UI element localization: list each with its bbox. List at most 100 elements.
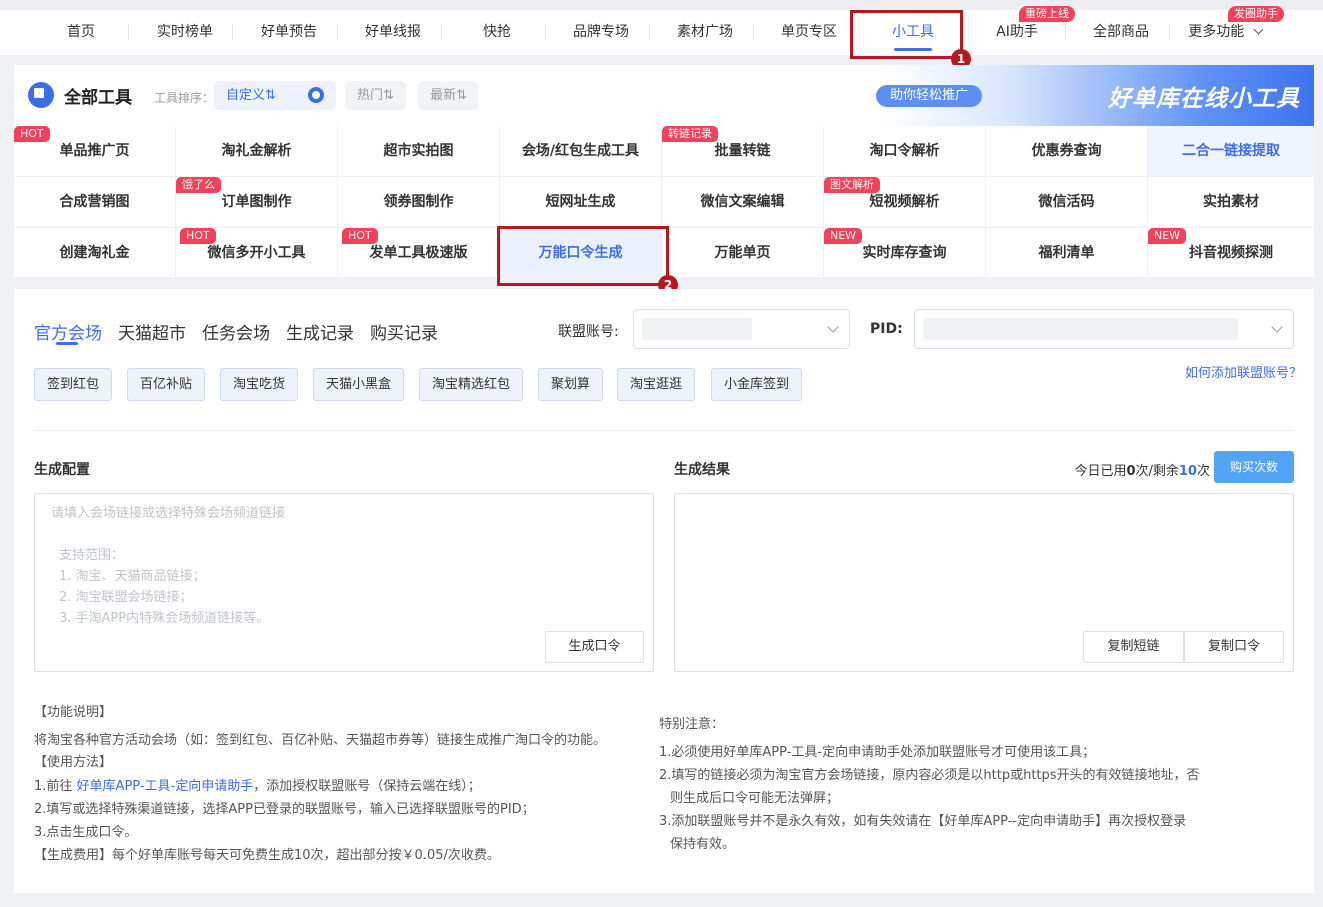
- new-badge: NEW: [824, 228, 863, 244]
- notice-title: 特别注意：: [659, 717, 725, 732]
- banner-title: 好单库在线小工具: [1108, 86, 1300, 112]
- nav-separator: [1169, 24, 1170, 40]
- tool-item[interactable]: 超市实拍图: [338, 126, 500, 177]
- copy-code-button[interactable]: 复制口令: [1184, 631, 1284, 663]
- input-placeholder: 请填入会场链接或选择特殊会场频道链接: [51, 506, 286, 521]
- tab-generate-records[interactable]: 生成记录: [286, 319, 354, 344]
- step-1-prefix: 1.前往: [34, 779, 77, 794]
- tool-item[interactable]: 领券图制作: [338, 177, 500, 228]
- top-nav: 首页 实时榜单 好单预告 好单线报 快抢 品牌专场 素材广场 单页专区 小工具 …: [0, 0, 1323, 55]
- venue-chip[interactable]: 淘宝精选红包: [419, 368, 524, 401]
- link-input-textarea[interactable]: 请填入会场链接或选择特殊会场频道链接 支持范围： 1. 淘宝、天猫商品链接； 2…: [34, 493, 654, 672]
- sort-new-button[interactable]: 最新⇅: [418, 81, 479, 110]
- notice-2a: 2.填写的链接必须为淘宝官方会场链接，原内容必须是以http或https开头的有…: [659, 768, 1200, 783]
- scope-item: 2. 淘宝联盟会场链接；: [59, 590, 193, 605]
- ai-new-badge: 重磅上线: [1019, 6, 1075, 22]
- tool-item[interactable]: 优惠券查询: [986, 126, 1148, 177]
- scope-title: 支持范围：: [59, 548, 125, 563]
- hot-badge: HOT: [14, 126, 50, 142]
- nav-item-brand[interactable]: 品牌专场: [561, 10, 641, 55]
- tab-purchase-records[interactable]: 购买记录: [370, 319, 438, 344]
- sort-hot-button[interactable]: 热门⇅: [345, 81, 406, 110]
- nav-item-xianbao[interactable]: 好单线报: [353, 10, 433, 55]
- pid-select[interactable]: [914, 309, 1294, 349]
- venue-chip[interactable]: 淘宝逛逛: [617, 368, 696, 401]
- apply-assistant-link[interactable]: 好单库APP-工具-定向申请助手: [77, 779, 254, 794]
- usage-title: 【使用方法】: [34, 755, 113, 770]
- tool-item[interactable]: 会场/红包生成工具: [500, 126, 662, 177]
- tools-header: 全部工具 工具排序： 自定义⇅ 热门⇅ 最新⇅ 助你轻松推广 好单库在线小工具: [14, 65, 1314, 126]
- func-text: 将淘宝各种官方活动会场（如：签到红包、百亿补贴、天猫超市券等）链接生成推广淘口令…: [34, 733, 607, 748]
- venue-chip[interactable]: 聚划算: [538, 368, 604, 401]
- tuwen-badge: 图文解析: [824, 177, 880, 193]
- nav-separator: [128, 24, 129, 40]
- fee-text: 【生成费用】每个好单库账号每天可免费生成10次，超出部分按￥0.05/次收费。: [34, 848, 500, 863]
- nav-item-single-page[interactable]: 单页专区: [769, 10, 849, 55]
- venue-chip[interactable]: 淘宝吃货: [220, 368, 299, 401]
- step-2: 2.填写或选择特殊渠道链接，选择APP已登录的联盟账号，输入已选择联盟账号的PI…: [34, 802, 535, 817]
- tool-item[interactable]: 万能单页: [662, 228, 824, 279]
- buy-times-button[interactable]: 购买次数: [1214, 451, 1294, 483]
- chevron-down-icon: [827, 321, 839, 333]
- tools-title: 全部工具: [64, 88, 132, 108]
- tab-tmall-supermarket[interactable]: 天猫超市: [118, 319, 186, 344]
- sort-custom-label: 自定义⇅: [226, 88, 276, 103]
- result-title: 生成结果: [674, 462, 730, 478]
- nav-item-all-products[interactable]: 全部商品: [1081, 10, 1161, 55]
- notice-3a: 3.添加联盟账号并不是永久有效，如有失效请在【好单库APP--定向申请助手】再次…: [659, 814, 1187, 829]
- tool-item[interactable]: 微信活码: [986, 177, 1148, 228]
- account-value-blurred: [642, 318, 752, 340]
- chevron-down-icon: [1271, 321, 1283, 333]
- venue-chip[interactable]: 百亿补贴: [127, 368, 206, 401]
- tool-item[interactable]: 合成营销图: [14, 177, 176, 228]
- pid-label: PID:: [870, 321, 903, 337]
- nav-separator: [1065, 24, 1066, 40]
- hot-badge: HOT: [342, 228, 378, 244]
- scope-item: 3. 手淘APP内特殊会场频道链接等。: [59, 611, 270, 626]
- func-title: 【功能说明】: [34, 705, 113, 720]
- scope-item: 1. 淘宝、天猫商品链接；: [59, 569, 206, 584]
- nav-item-realtime-rank[interactable]: 实时榜单: [145, 10, 225, 55]
- nav-separator: [545, 24, 546, 40]
- usage-prefix: 今日已用: [1074, 464, 1127, 479]
- section-divider: [34, 430, 1294, 431]
- chevron-down-icon: [1253, 24, 1264, 35]
- tool-item[interactable]: 福利清单: [986, 228, 1148, 279]
- tool-item[interactable]: 淘口令解析: [824, 126, 986, 177]
- add-account-help-link[interactable]: 如何添加联盟账号？: [1185, 362, 1302, 381]
- venue-chip[interactable]: 小金库签到: [711, 368, 803, 401]
- nav-item-preview[interactable]: 好单预告: [249, 10, 329, 55]
- zhuanlian-badge: 转链记录: [662, 126, 718, 142]
- tool-item[interactable]: 短网址生成: [500, 177, 662, 228]
- tab-official-venue[interactable]: 官方会场: [34, 319, 102, 344]
- nav-item-quick-grab[interactable]: 快抢: [457, 10, 537, 55]
- main-panel: 官方会场 天猫超市 任务会场 生成记录 购买记录 联盟账号: PID: 如何添加…: [14, 289, 1314, 893]
- notice-1: 1.必须使用好单库APP-工具-定向申请助手处添加联盟账号才可使用该工具；: [659, 745, 1096, 760]
- copy-short-link-button[interactable]: 复制短链: [1083, 631, 1184, 663]
- eleme-badge: 饿了么: [176, 177, 221, 193]
- nav-item-home[interactable]: 首页: [45, 10, 117, 55]
- generate-code-button[interactable]: 生成口令: [545, 631, 644, 663]
- nav-more-label: 更多功能: [1188, 24, 1245, 40]
- tool-item[interactable]: 创建淘礼金: [14, 228, 176, 279]
- nav-item-material[interactable]: 素材广场: [665, 10, 745, 55]
- result-output-box: 复制短链 复制口令: [674, 493, 1294, 672]
- nav-separator: [232, 24, 233, 40]
- tool-item[interactable]: 二合一链接提取: [1148, 126, 1314, 177]
- venue-chip[interactable]: 天猫小黑盒: [313, 368, 405, 401]
- pid-value-blurred: [923, 318, 1238, 340]
- tab-active-underline: [56, 342, 78, 345]
- tool-item[interactable]: 淘礼金解析: [176, 126, 338, 177]
- grid-apps-icon: [28, 82, 54, 108]
- tab-task-venue[interactable]: 任务会场: [202, 319, 270, 344]
- used-count: 0: [1126, 464, 1136, 479]
- alliance-account-select[interactable]: [633, 309, 850, 349]
- tool-item[interactable]: 微信文案编辑: [662, 177, 824, 228]
- notice-2b: 则生成后口令可能无法弹屏；: [670, 791, 840, 806]
- annotation-box-2: [497, 226, 669, 286]
- annotation-box-1: [850, 10, 963, 59]
- tool-item[interactable]: 实拍素材: [1148, 177, 1314, 228]
- venue-chip[interactable]: 签到红包: [34, 368, 113, 401]
- sort-label: 工具排序：: [154, 91, 215, 105]
- sort-toggle[interactable]: [308, 87, 324, 103]
